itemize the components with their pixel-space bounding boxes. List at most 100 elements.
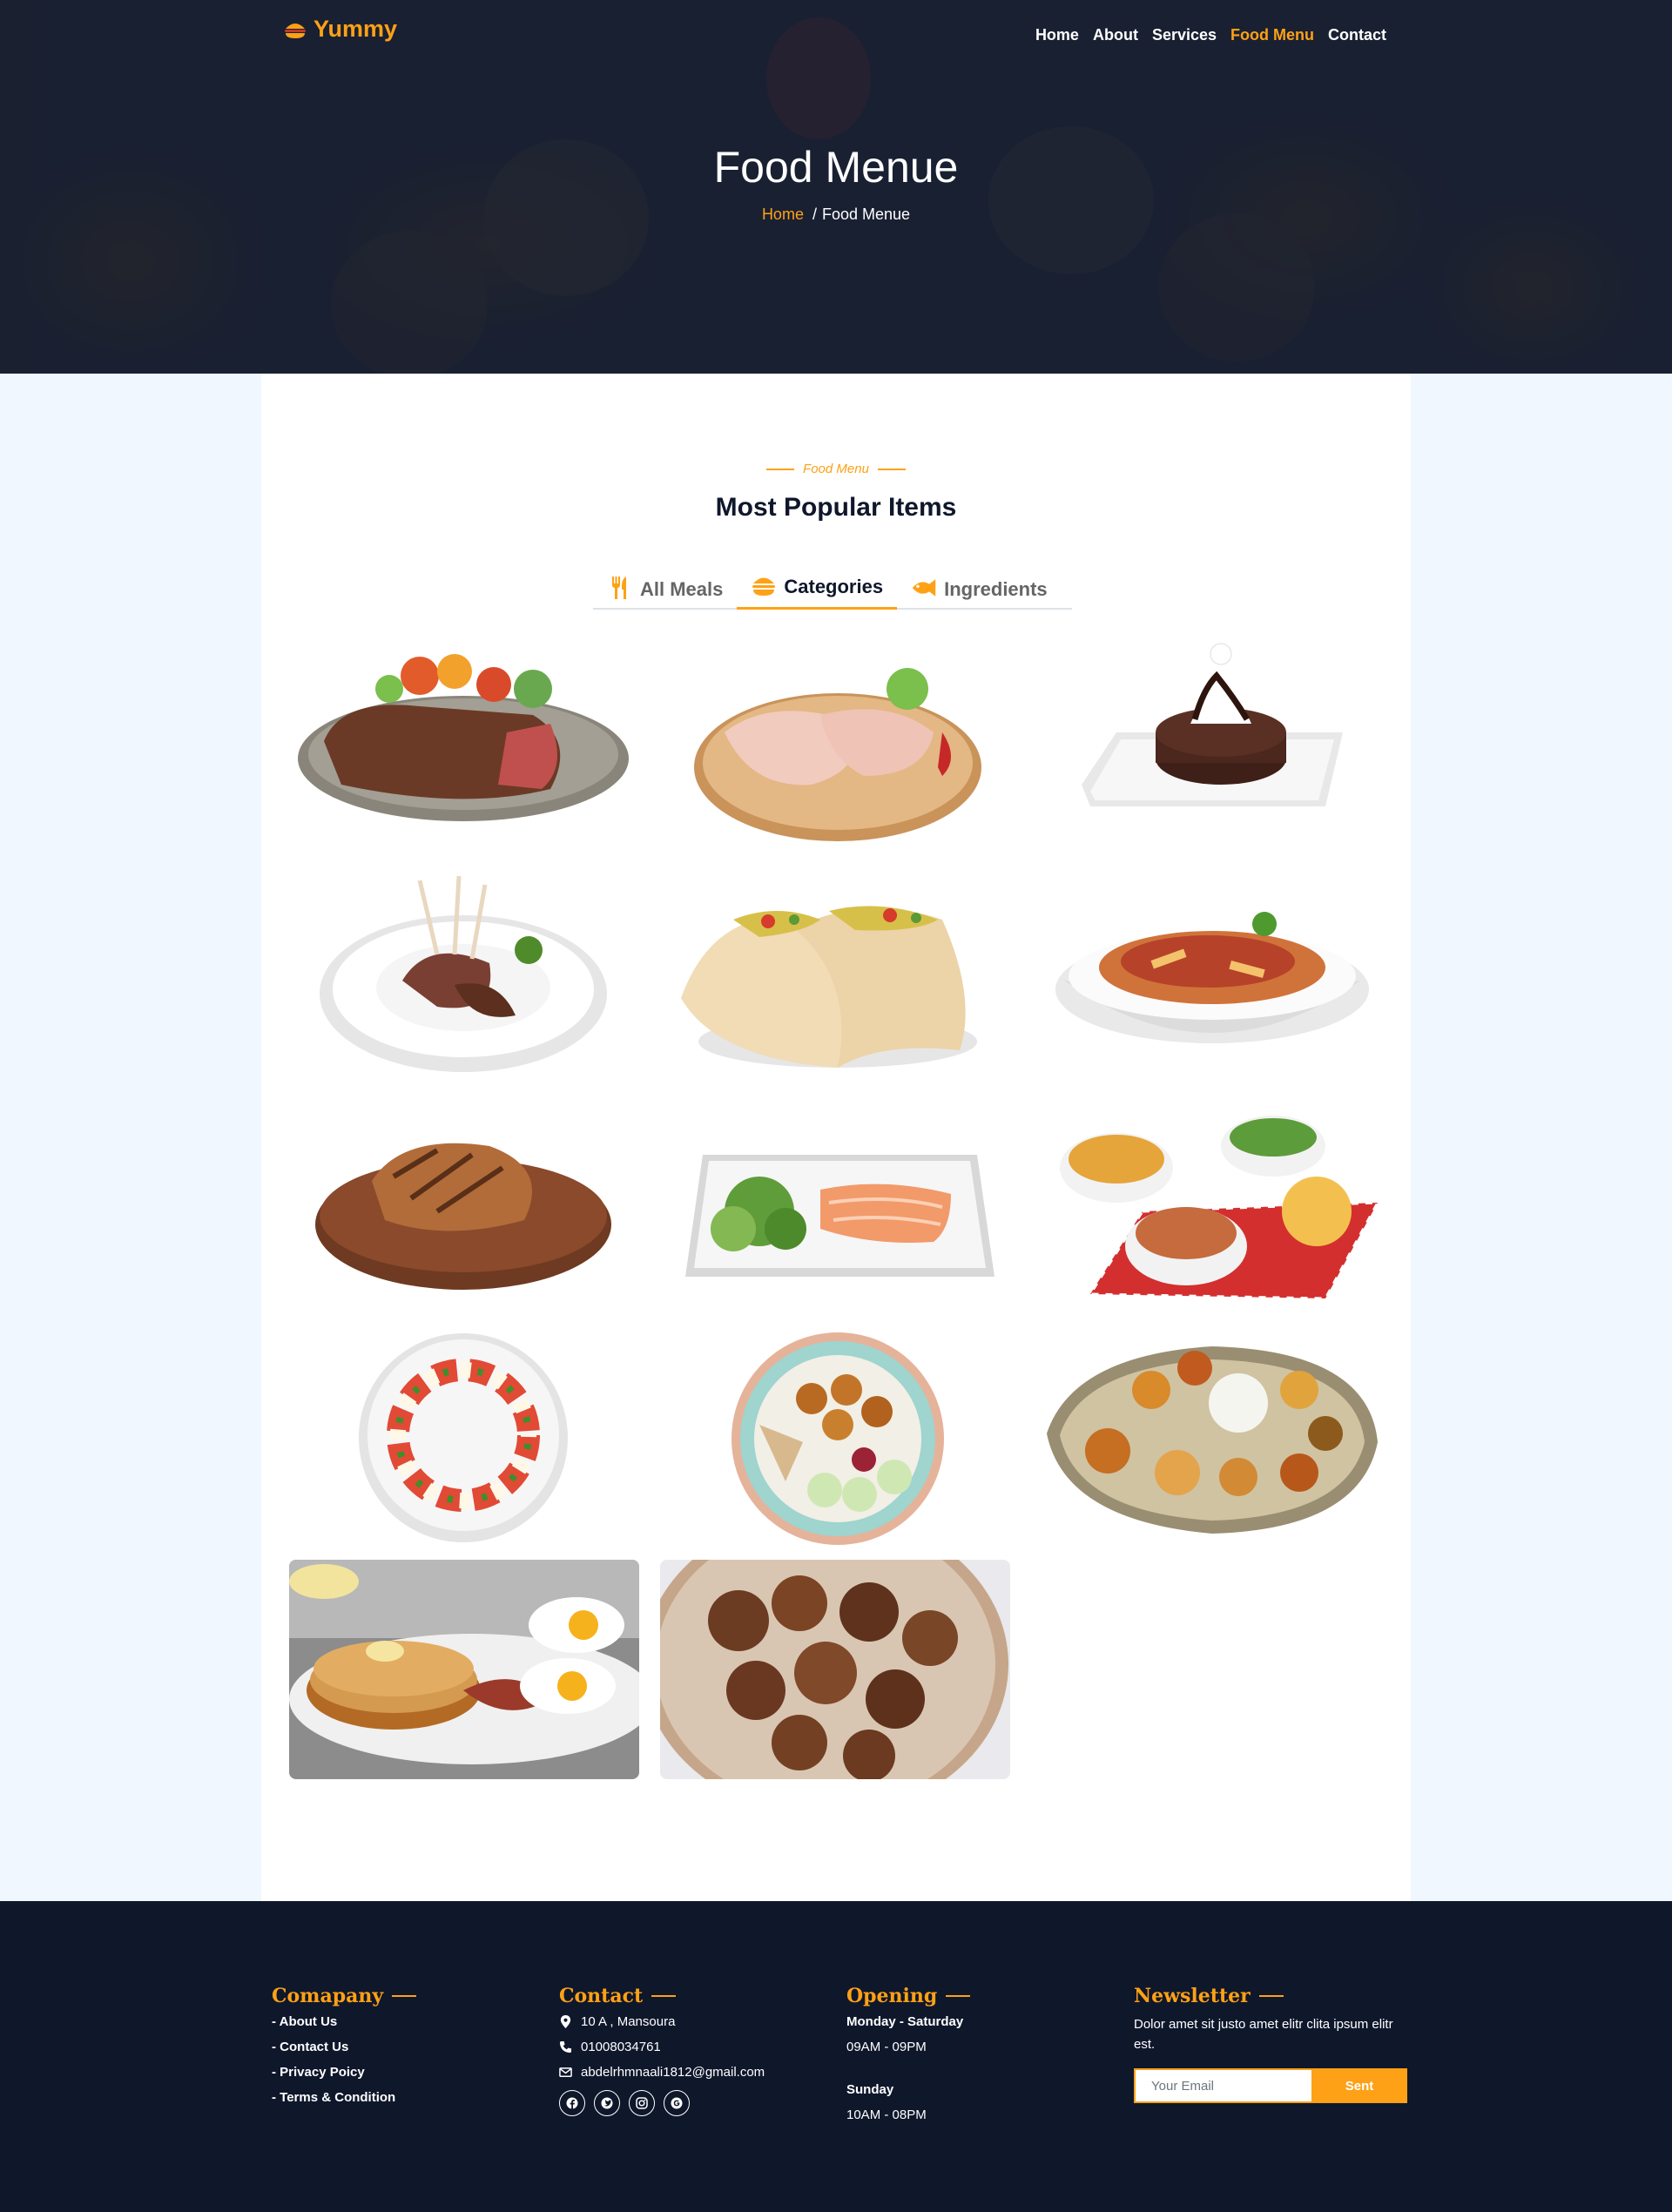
- menu-item-thali-platter[interactable]: [1038, 1329, 1388, 1548]
- brand-name: Yummy: [314, 16, 398, 42]
- tag-line-right: [877, 468, 906, 470]
- page-title: Food Menue: [713, 143, 959, 192]
- section-tag: Food Menu: [261, 462, 1411, 476]
- tab-label: All Meals: [640, 578, 724, 600]
- breadcrumb-home[interactable]: Home: [762, 206, 804, 223]
- menu-item-raw-chicken[interactable]: [664, 637, 1014, 856]
- footer-link-contact[interactable]: - Contact Us: [272, 2040, 416, 2054]
- navbar: Yummy Home About Services Food Menu Cont…: [0, 0, 1672, 70]
- footer-contact: Contact 10 A , Mansoura 01008034761 abde…: [559, 1985, 765, 2116]
- menu-item-pancakes[interactable]: [289, 1560, 639, 1779]
- footer-newsletter-heading: Newsletter: [1134, 1985, 1251, 2007]
- raw-chicken-image: [694, 668, 981, 841]
- footer-company-heading: Comapany: [272, 1985, 384, 2007]
- tab-label: Ingredients: [944, 578, 1048, 600]
- menu-item-chocolate-cake[interactable]: [1038, 637, 1388, 856]
- breadcrumb-current: Food Menue: [821, 206, 911, 223]
- newsletter-text: Dolor amet sit justo amet elitr clita ip…: [1134, 2017, 1393, 2052]
- hero-banner: Yummy Home About Services Food Menu Cont…: [0, 0, 1672, 374]
- footer-contact-heading: Contact: [559, 1985, 644, 2007]
- steak-plate-image: [298, 654, 629, 821]
- footer-link-terms[interactable]: - Terms & Condition: [272, 2090, 416, 2105]
- contact-email[interactable]: abdelrhmnaali1812@gmail.com: [559, 2065, 765, 2080]
- footer-heading: Contact: [559, 1985, 765, 2007]
- menu-item-beef-stew[interactable]: [660, 1560, 1010, 1779]
- menu-item-tacos[interactable]: [664, 867, 1014, 1087]
- opening-hours-sunday: 10AM - 08PM: [846, 2107, 927, 2122]
- footer-company: Comapany - About Us - Contact Us - Priva…: [272, 1985, 417, 2115]
- heading-line: [651, 1995, 677, 1997]
- footer-heading: Comapany: [272, 1985, 417, 2007]
- salmon-salad-image: [685, 1155, 994, 1277]
- menu-item-steak-plate[interactable]: [289, 637, 639, 856]
- contact-phone: 01008034761: [559, 2040, 765, 2054]
- footer-opening: Opening Monday - Saturday 09AM - 09PM Su…: [846, 1985, 971, 2150]
- side-dishes-image: [1060, 1116, 1380, 1300]
- tab-ingredients[interactable]: Ingredients: [897, 563, 1062, 610]
- footer-link-about[interactable]: - About Us: [272, 2014, 416, 2029]
- tab-categories[interactable]: Categories: [737, 563, 898, 610]
- heading-line: [1258, 1995, 1284, 1997]
- section-title: Most Popular Items: [715, 493, 957, 522]
- section-tag-label: Food Menu: [803, 462, 869, 476]
- burger-logo-icon: [285, 23, 306, 38]
- opening-days-sunday: Sunday: [846, 2082, 894, 2097]
- thali-platter-image: [1047, 1346, 1378, 1534]
- heading-line: [946, 1995, 971, 1997]
- twitter-button[interactable]: [594, 2090, 620, 2116]
- utensils-icon: [612, 577, 626, 599]
- footer-heading: Opening: [846, 1985, 971, 2007]
- menu-item-salmon-salad[interactable]: [664, 1098, 1014, 1318]
- newsletter-form: Sent: [1134, 2068, 1407, 2103]
- menu-item-grilled-steak[interactable]: [289, 1098, 639, 1318]
- newsletter-email-input[interactable]: [1134, 2068, 1311, 2103]
- instagram-button[interactable]: [629, 2090, 655, 2116]
- penne-pasta-image: [1055, 912, 1369, 1043]
- heading-line: [392, 1995, 417, 1997]
- pancakes-image: [289, 1560, 639, 1779]
- opening-days-weekday: Monday - Saturday: [846, 2014, 964, 2029]
- caprese-salad-image: [359, 1333, 568, 1542]
- beef-stew-image: [660, 1560, 1010, 1779]
- nav-food-menu[interactable]: Food Menu: [1230, 26, 1314, 44]
- phone-text: 01008034761: [581, 2040, 661, 2054]
- logo[interactable]: Yummy: [282, 16, 397, 43]
- falafel-bowl-image: [732, 1332, 944, 1545]
- tab-all-meals[interactable]: All Meals: [593, 563, 737, 610]
- envelope-icon: [559, 2067, 572, 2077]
- nav-about[interactable]: About: [1093, 26, 1138, 44]
- social-links: [559, 2090, 765, 2116]
- chocolate-cake-image: [1082, 643, 1343, 806]
- menu-item-lamb-chops[interactable]: [289, 867, 639, 1087]
- menu-item-side-dishes[interactable]: [1038, 1098, 1388, 1318]
- breadcrumb: Home / Food Menue: [0, 206, 1672, 224]
- tag-line-left: [766, 468, 795, 470]
- nav-home[interactable]: Home: [1035, 26, 1079, 44]
- tab-label: Categories: [784, 576, 884, 597]
- contact-address: 10 A , Mansoura: [559, 2014, 765, 2029]
- facebook-button[interactable]: [559, 2090, 585, 2116]
- nav-services[interactable]: Services: [1152, 26, 1217, 44]
- newsletter-submit-button[interactable]: Sent: [1311, 2068, 1407, 2103]
- footer-heading: Newsletter: [1134, 1985, 1412, 2007]
- menu-item-caprese-salad[interactable]: [289, 1329, 639, 1548]
- google-icon: [671, 2097, 683, 2109]
- instagram-icon: [636, 2097, 648, 2109]
- fish-icon: [912, 579, 936, 597]
- lamb-chops-image: [320, 875, 607, 1072]
- menu-item-falafel-bowl[interactable]: [664, 1329, 1014, 1548]
- nav-contact[interactable]: Contact: [1328, 26, 1386, 44]
- tacos-image: [681, 906, 977, 1068]
- footer: Comapany - About Us - Contact Us - Priva…: [0, 1901, 1672, 2212]
- address-text: 10 A , Mansoura: [581, 2014, 676, 2029]
- footer-link-privacy[interactable]: - Privacy Poicy: [272, 2065, 416, 2080]
- breadcrumb-separator: /: [812, 206, 817, 223]
- opening-hours-weekday: 09AM - 09PM: [846, 2040, 927, 2054]
- email-text: abdelrhmnaali1812@gmail.com: [581, 2065, 765, 2080]
- nav-menu: Home About Services Food Menu Contact: [1035, 26, 1386, 44]
- footer-newsletter: Newsletter Dolor amet sit justo amet eli…: [1134, 1985, 1412, 2103]
- google-button[interactable]: [664, 2090, 690, 2116]
- menu-tabs: All Meals Categories Ingredients: [593, 563, 1072, 610]
- menu-item-penne-pasta[interactable]: [1038, 867, 1388, 1087]
- menu-section: Food Menu Most Popular Items All Meals C…: [261, 374, 1411, 1901]
